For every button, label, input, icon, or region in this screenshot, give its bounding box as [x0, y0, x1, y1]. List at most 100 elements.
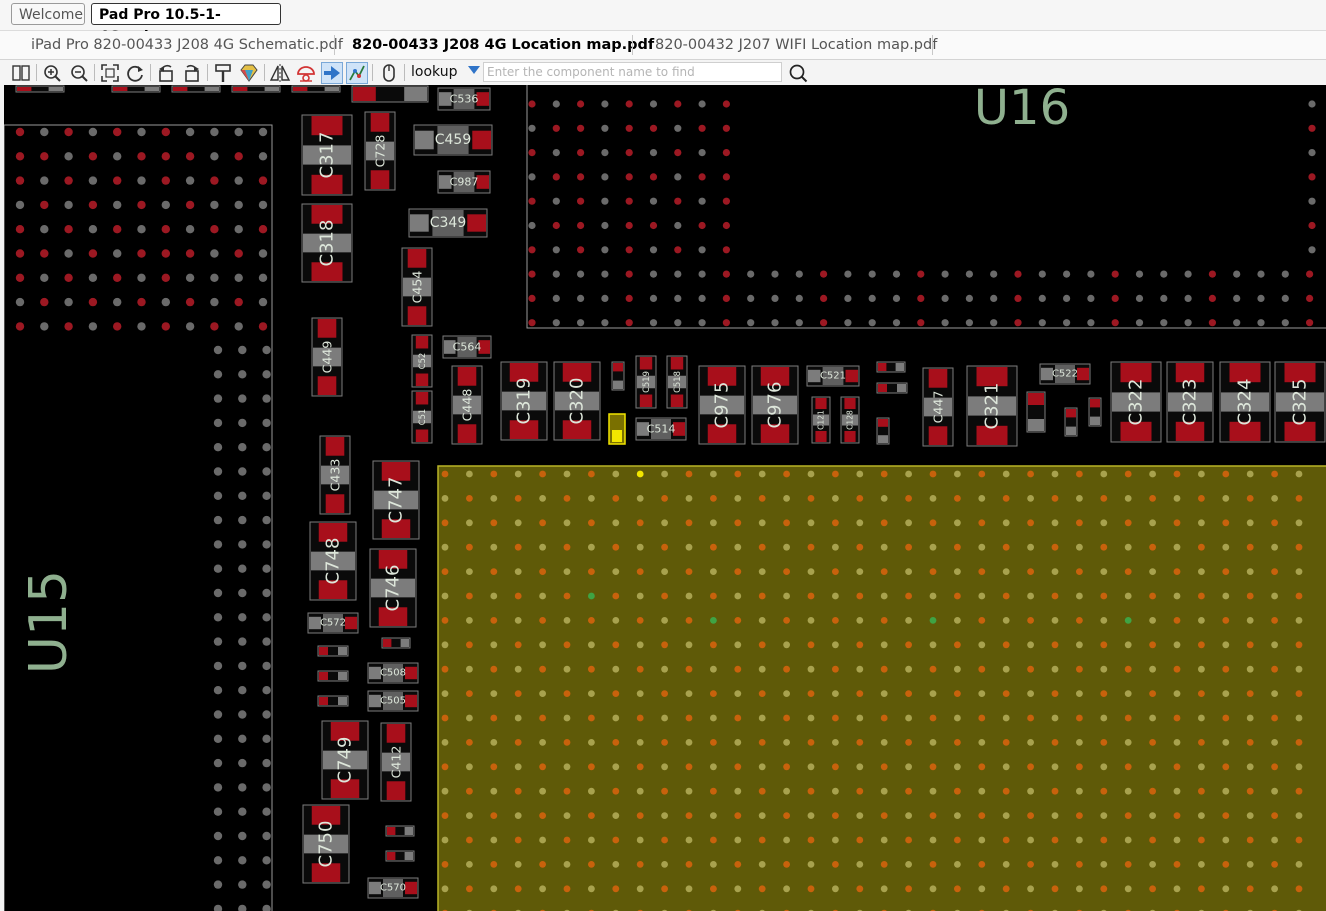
bga-ball[interactable] [674, 294, 682, 302]
bga-ball[interactable] [1087, 294, 1095, 302]
bga-ball[interactable] [563, 812, 571, 819]
bga-ball[interactable] [1281, 319, 1289, 327]
bga-ball[interactable] [514, 714, 522, 722]
bga-ball[interactable] [1149, 592, 1156, 600]
bga-ball[interactable] [234, 297, 243, 307]
bga-ball[interactable] [710, 519, 717, 527]
bga-ball[interactable] [685, 836, 693, 844]
bga-ball[interactable] [661, 690, 668, 697]
bga-ball[interactable] [1149, 665, 1156, 673]
bga-ball[interactable] [856, 787, 864, 795]
bga-ball[interactable] [238, 467, 247, 476]
bga-ball[interactable] [539, 641, 546, 649]
bga-ball[interactable] [1222, 641, 1230, 649]
bga-ball[interactable] [1076, 592, 1083, 600]
bga-ball[interactable] [1257, 294, 1265, 302]
bga-ball[interactable] [1027, 519, 1034, 527]
bga-ball[interactable] [113, 152, 122, 161]
bga-ball[interactable] [880, 519, 888, 527]
bga-ball[interactable] [1051, 470, 1059, 478]
bga-ball[interactable] [1246, 690, 1254, 697]
bga-ball[interactable] [649, 149, 658, 157]
bga-ball[interactable] [210, 249, 219, 258]
bga-ball[interactable] [1111, 319, 1119, 327]
bga-ball[interactable] [1051, 495, 1059, 502]
component-c128[interactable]: C128 [840, 396, 860, 444]
bga-ball[interactable] [539, 787, 546, 795]
bga-ball[interactable] [1014, 294, 1022, 302]
component-c519[interactable]: C519 [635, 355, 657, 409]
bga-ball[interactable] [490, 519, 498, 527]
bga-ball[interactable] [213, 783, 223, 792]
bga-ball[interactable] [539, 495, 546, 502]
bga-ball[interactable] [1198, 714, 1205, 722]
small-component[interactable] [111, 85, 161, 93]
bga-ball[interactable] [1271, 690, 1278, 697]
bga-ball[interactable] [262, 467, 271, 476]
bga-ball[interactable] [588, 787, 595, 795]
bga-ball[interactable] [892, 270, 901, 278]
bga-ball[interactable] [636, 470, 644, 478]
bga-ball[interactable] [88, 249, 98, 258]
bga-ball[interactable] [929, 519, 937, 527]
bga-ball[interactable] [1198, 519, 1205, 527]
bga-ball[interactable] [552, 197, 560, 205]
bga-ball[interactable] [213, 880, 223, 889]
component-c508[interactable]: C508 [367, 662, 419, 684]
bga-ball[interactable] [441, 763, 449, 771]
bga-ball[interactable] [490, 543, 498, 551]
bga-ball[interactable] [213, 613, 223, 622]
bga-ball[interactable] [612, 470, 620, 478]
bga-ball[interactable] [238, 856, 247, 865]
bga-ball[interactable] [783, 495, 790, 502]
bga-ball[interactable] [262, 515, 271, 525]
bga-ball[interactable] [905, 617, 912, 624]
bga-ball[interactable] [262, 831, 271, 841]
bga-ball[interactable] [490, 641, 498, 649]
bga-ball[interactable] [734, 495, 742, 502]
paint-brush-icon[interactable] [212, 62, 234, 84]
bga-ball[interactable] [783, 543, 790, 551]
component-c975[interactable]: C975 [698, 365, 746, 445]
component-c322[interactable]: C322 [1110, 361, 1162, 443]
bga-ball[interactable] [1124, 861, 1132, 868]
bga-ball[interactable] [528, 197, 536, 205]
bga-ball[interactable] [258, 273, 268, 282]
bga-ball[interactable] [661, 495, 668, 502]
bga-ball[interactable] [636, 714, 644, 722]
bga-ball[interactable] [844, 294, 852, 302]
bga-ball[interactable] [1002, 568, 1010, 575]
bga-ball[interactable] [1222, 568, 1230, 575]
bga-ball[interactable] [978, 885, 986, 893]
bga-ball[interactable] [783, 885, 790, 893]
bga-ball[interactable] [1149, 812, 1156, 819]
bga-ball[interactable] [1149, 495, 1156, 502]
bga-ball[interactable] [466, 592, 473, 600]
bga-ball[interactable] [1222, 617, 1230, 624]
bga-ball[interactable] [490, 495, 498, 502]
bga-ball[interactable] [674, 270, 682, 278]
component-c325[interactable]: C325 [1274, 361, 1326, 443]
bga-ball[interactable] [1246, 714, 1254, 722]
bga-ball[interactable] [539, 543, 546, 551]
bga-ball[interactable] [441, 568, 449, 575]
bga-ball[interactable] [1111, 294, 1119, 302]
bga-ball[interactable] [88, 152, 98, 161]
bga-ball[interactable] [1027, 690, 1034, 697]
bga-ball[interactable] [490, 665, 498, 673]
bga-ball[interactable] [1173, 714, 1181, 722]
bga-ball[interactable] [698, 319, 706, 327]
bga-ball[interactable] [1002, 470, 1010, 478]
bga-ball[interactable] [234, 200, 243, 210]
bga-ball[interactable] [783, 665, 790, 673]
bga-ball[interactable] [1295, 763, 1303, 771]
bga-ball[interactable] [1246, 665, 1254, 673]
bga-ball[interactable] [1051, 836, 1059, 844]
bga-ball[interactable] [625, 270, 633, 278]
bga-ball[interactable] [466, 885, 473, 893]
bga-ball[interactable] [1198, 495, 1205, 502]
bga-ball[interactable] [783, 714, 790, 722]
bga-ball[interactable] [856, 739, 864, 746]
bga-ball[interactable] [685, 665, 693, 673]
bga-ball[interactable] [929, 543, 937, 551]
